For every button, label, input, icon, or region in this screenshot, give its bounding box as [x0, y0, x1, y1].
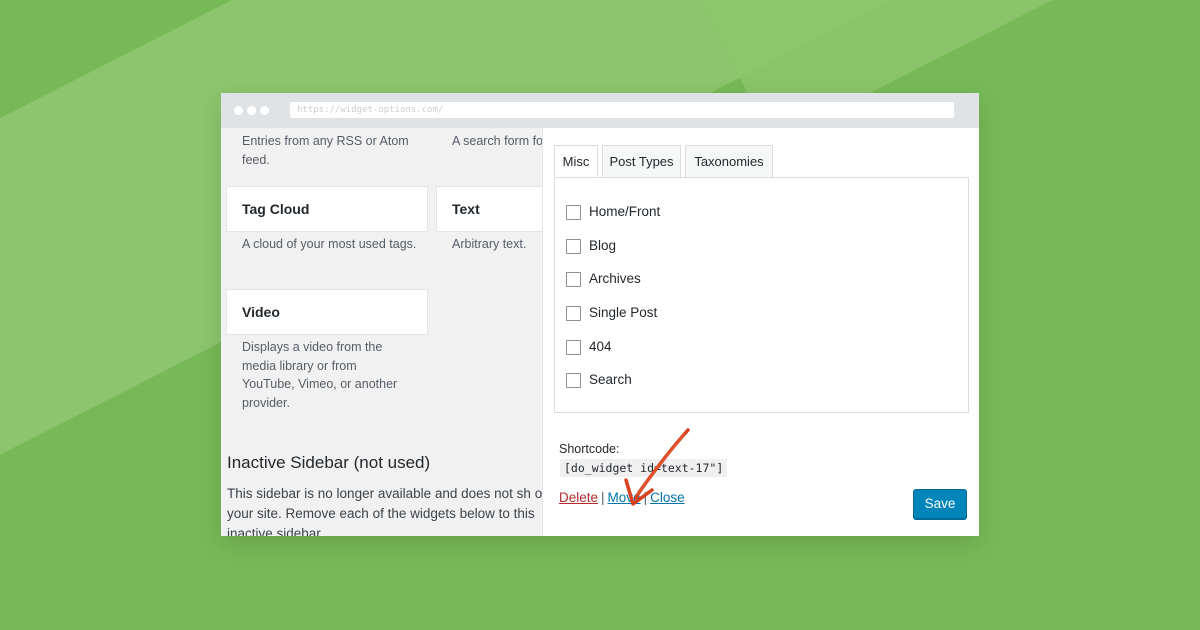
checkbox-label: Archives — [589, 271, 641, 286]
inactive-sidebar-title: Inactive Sidebar (not used) — [227, 453, 431, 472]
inactive-sidebar-description: This sidebar is no longer available and … — [227, 486, 550, 536]
checkbox-label: Search — [589, 372, 632, 387]
widget-description: A search form fo — [452, 134, 544, 148]
checkbox-label: Single Post — [589, 305, 658, 320]
widget-description: Entries from any RSS or Atom feed. — [242, 134, 409, 167]
tab-post-types[interactable]: Post Types — [602, 145, 681, 177]
address-bar[interactable]: https://widget-options.com/ — [290, 102, 954, 118]
widget-video[interactable]: Video — [226, 289, 428, 335]
widget-text[interactable]: Text — [436, 186, 556, 232]
delete-link[interactable]: Delete — [559, 490, 598, 505]
window-dot-icon[interactable] — [260, 106, 269, 115]
widget-title: Text — [452, 201, 480, 217]
checkbox[interactable] — [566, 306, 581, 321]
widget-title: Video — [242, 304, 280, 320]
widget-description: Displays a video from the media library … — [242, 340, 398, 410]
checkbox-label: 404 — [589, 339, 612, 354]
browser-titlebar: https://widget-options.com/ — [221, 93, 979, 128]
misc-options: Home/Front Blog Archives Single Post 404… — [554, 177, 969, 413]
save-button[interactable]: Save — [913, 489, 967, 519]
widget-tag-cloud[interactable]: Tag Cloud — [226, 186, 428, 232]
widget-description: Arbitrary text. — [452, 237, 527, 251]
tab-misc[interactable]: Misc — [554, 145, 598, 178]
checkbox-label: Blog — [589, 238, 617, 253]
window-dot-icon[interactable] — [234, 106, 243, 115]
checkbox[interactable] — [566, 239, 581, 254]
window-dot-icon[interactable] — [247, 106, 256, 115]
checkbox[interactable] — [566, 272, 581, 287]
checkbox[interactable] — [566, 340, 581, 355]
available-widgets: Entries from any RSS or Atom feed. A sea… — [221, 128, 556, 536]
tab-taxonomies[interactable]: Taxonomies — [685, 145, 773, 177]
widget-description: A cloud of your most used tags. — [242, 237, 417, 251]
checkbox[interactable] — [566, 373, 581, 388]
widget-title: Tag Cloud — [242, 201, 310, 217]
annotation-arrow-icon — [624, 428, 690, 506]
checkbox[interactable] — [566, 205, 581, 220]
checkbox-label: Home/Front — [589, 204, 661, 219]
